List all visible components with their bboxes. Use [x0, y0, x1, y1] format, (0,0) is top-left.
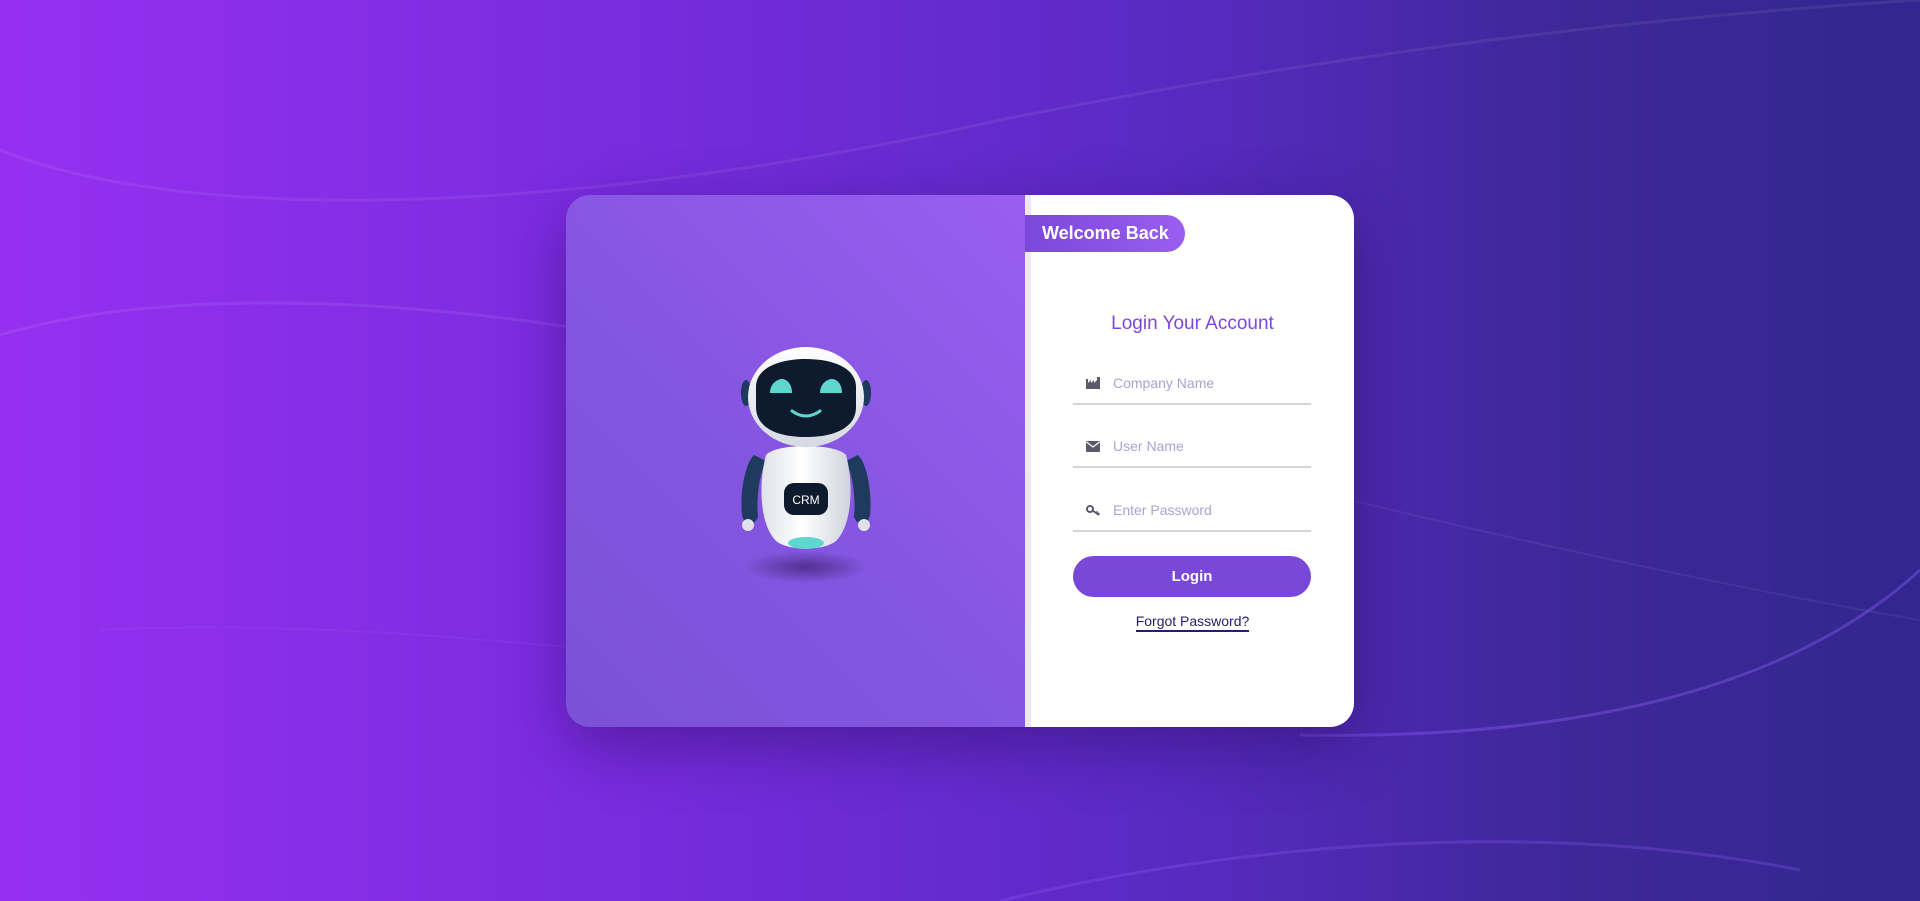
- robot-mascot: CRM: [741, 347, 871, 583]
- login-form-panel: Welcome Back Login Your Account Login Fo…: [1025, 195, 1354, 727]
- illustration-panel: CRM: [566, 195, 1025, 727]
- company-name-input[interactable]: [1113, 375, 1303, 391]
- login-card: CRM Welcome Back Login Your Account Comp…: [566, 195, 1354, 727]
- company-name-field: [1073, 363, 1311, 405]
- user-name-input[interactable]: [1113, 438, 1303, 454]
- login-button[interactable]: Login: [1073, 556, 1311, 597]
- welcome-badge: Welcome Back: [1025, 215, 1185, 252]
- robot-badge-text: CRM: [792, 493, 819, 507]
- forgot-password-container: Forgot Password?: [1031, 611, 1354, 632]
- forgot-password-link[interactable]: Forgot Password?: [1135, 613, 1250, 632]
- user-name-field: [1073, 426, 1311, 468]
- password-field: [1073, 490, 1311, 532]
- password-input[interactable]: [1113, 502, 1303, 518]
- envelope-icon: [1085, 438, 1101, 454]
- factory-icon: [1085, 375, 1101, 391]
- form-title: Login Your Account: [1111, 313, 1274, 334]
- key-icon: [1085, 502, 1101, 518]
